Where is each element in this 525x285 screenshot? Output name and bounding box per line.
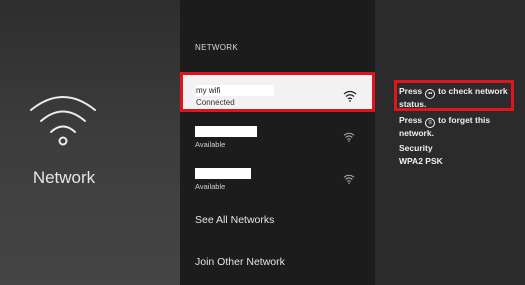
network-list-panel: NETWORK my wifi Connected Available Avai… [180, 0, 375, 285]
left-panel: Network [0, 0, 180, 285]
network-status: Available [195, 182, 226, 191]
network-name-redacted [195, 168, 251, 179]
security-label: Security [399, 143, 433, 153]
network-item[interactable]: Available [180, 120, 375, 160]
network-item-selected[interactable]: my wifi Connected [180, 72, 375, 112]
details-panel: Press •• to check network status. Press ≡ to… [375, 0, 525, 285]
wifi-icon [30, 96, 96, 146]
wifi-signal-icon [343, 132, 355, 142]
menu-button-icon: ≡ [425, 118, 436, 128]
network-status: Connected [196, 98, 235, 107]
hint-text: Press [399, 86, 423, 96]
forget-network-hint: Press ≡ to forget this network. [399, 115, 519, 139]
section-label: NETWORK [195, 43, 238, 52]
network-status: Available [195, 140, 226, 149]
hint-text: Press [399, 115, 423, 125]
see-all-networks-button[interactable]: See All Networks [195, 214, 274, 226]
network-name-redacted [195, 126, 257, 137]
check-status-hint: Press •• to check network status. [399, 86, 519, 110]
join-other-network-button[interactable]: Join Other Network [195, 256, 285, 268]
network-name: my wifi [196, 85, 274, 96]
page-title: Network [32, 168, 96, 187]
wifi-signal-icon [343, 174, 355, 184]
security-value: WPA2 PSK [399, 156, 443, 166]
wifi-signal-icon [343, 90, 357, 102]
play-pause-button-icon: •• [425, 89, 436, 99]
network-item[interactable]: Available [180, 162, 375, 202]
